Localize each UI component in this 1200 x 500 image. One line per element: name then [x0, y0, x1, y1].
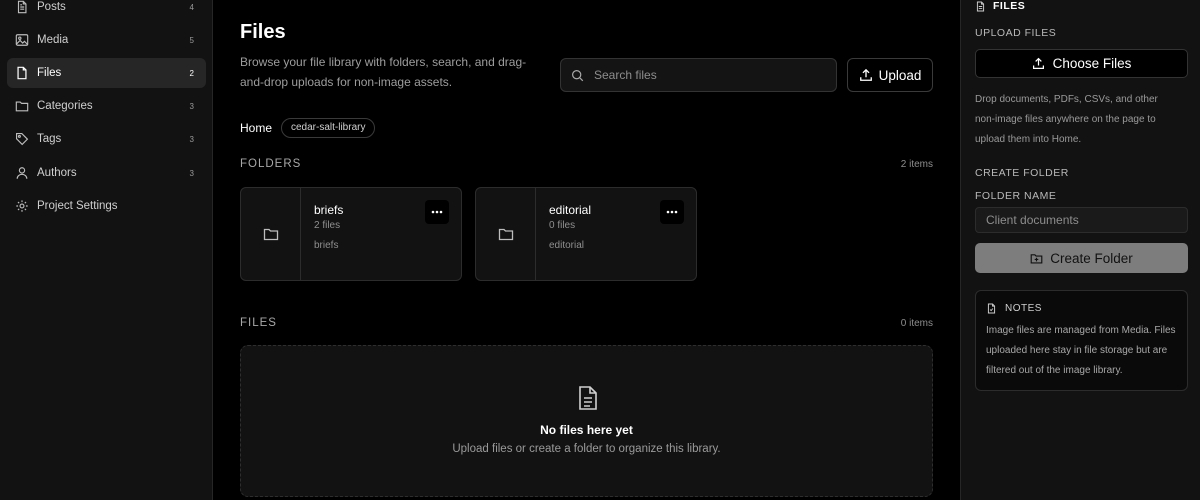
search-input[interactable]	[594, 68, 814, 82]
folder-name: briefs	[314, 203, 344, 217]
more-horizontal-icon	[666, 210, 678, 214]
create-folder-button-label: Create Folder	[1050, 250, 1133, 266]
upload-button-label: Upload	[878, 67, 922, 83]
sidebar-item-media[interactable]: Media 5	[7, 25, 206, 55]
breadcrumb-current[interactable]: cedar-salt-library	[281, 118, 376, 138]
files-section-title: FILES	[240, 317, 277, 329]
folder-icon	[498, 226, 514, 242]
image-icon	[15, 33, 29, 47]
folder-slug: editorial	[549, 240, 585, 251]
empty-state-subtitle: Upload files or create a folder to organ…	[452, 443, 721, 455]
sidebar: Posts 4 Media 5 Files 2 Categories 3 Tag…	[0, 0, 213, 500]
folder-name-input[interactable]	[975, 207, 1188, 233]
folder-thumbnail	[476, 188, 536, 280]
search-box[interactable]	[560, 58, 837, 92]
document-icon	[576, 385, 600, 411]
create-folder-label: CREATE FOLDER	[975, 167, 1069, 179]
sidebar-item-label: Authors	[37, 167, 77, 179]
folder-thumbnail	[241, 188, 301, 280]
sidebar-item-count: 2	[189, 68, 194, 78]
sidebar-item-files[interactable]: Files 2	[7, 58, 206, 88]
notes-text: Image files are managed from Media. File…	[986, 325, 1176, 376]
sidebar-item-authors[interactable]: Authors 3	[7, 158, 206, 188]
page-description: Browse your file library with folders, s…	[240, 55, 527, 89]
document-icon	[15, 0, 29, 14]
upload-button[interactable]: Upload	[847, 58, 933, 92]
folder-icon	[263, 226, 279, 242]
sidebar-item-count: 3	[189, 168, 194, 178]
upload-files-label: UPLOAD FILES	[975, 27, 1057, 39]
sidebar-item-tags[interactable]: Tags 3	[7, 124, 206, 154]
more-options-button[interactable]	[425, 200, 449, 224]
folders-count: 2 items	[900, 159, 933, 170]
create-folder-button[interactable]: Create Folder	[975, 243, 1188, 273]
folder-plus-icon	[1030, 252, 1043, 265]
panel-heading-label: FILES	[993, 0, 1026, 12]
file-icon	[15, 66, 29, 80]
upload-icon	[859, 68, 873, 82]
notes-card: NOTES Image files are managed from Media…	[975, 290, 1188, 391]
gear-icon	[15, 199, 29, 213]
tag-icon	[15, 132, 29, 146]
folder-file-count: 0 files	[549, 220, 576, 231]
sidebar-item-label: Posts	[37, 1, 66, 13]
page-title: Files	[240, 21, 286, 43]
panel-heading: FILES	[975, 0, 1025, 12]
sidebar-item-project-settings[interactable]: Project Settings	[7, 191, 206, 221]
sidebar-item-posts[interactable]: Posts 4	[7, 0, 206, 22]
user-icon	[15, 166, 29, 180]
document-icon	[975, 1, 986, 12]
more-options-button[interactable]	[660, 200, 684, 224]
files-count: 0 items	[900, 318, 933, 329]
folder-icon	[15, 99, 29, 113]
breadcrumb-home[interactable]: Home	[240, 121, 272, 135]
empty-state-title: No files here yet	[540, 423, 633, 437]
choose-files-label: Choose Files	[1052, 56, 1132, 71]
folder-file-count: 2 files	[314, 220, 341, 231]
more-horizontal-icon	[431, 210, 443, 214]
folders-section-title: FOLDERS	[240, 158, 302, 170]
upload-help-text: Drop documents, PDFs, CSVs, and other no…	[975, 94, 1158, 145]
notes-heading: NOTES	[986, 303, 1042, 314]
sidebar-item-count: 3	[189, 101, 194, 111]
sidebar-item-categories[interactable]: Categories 3	[7, 91, 206, 121]
sidebar-item-count: 4	[189, 2, 194, 12]
sidebar-item-count: 5	[189, 35, 194, 45]
sidebar-item-label: Tags	[37, 133, 62, 145]
folder-card-editorial[interactable]: editorial 0 files editorial	[475, 187, 697, 281]
right-panel: FILES UPLOAD FILES Choose Files Drop doc…	[960, 0, 1200, 500]
choose-files-button[interactable]: Choose Files	[975, 49, 1188, 78]
search-icon	[571, 69, 584, 82]
sidebar-item-label: Files	[37, 67, 62, 79]
sidebar-item-count: 3	[189, 134, 194, 144]
folder-name-label: FOLDER NAME	[975, 190, 1057, 202]
folder-card-briefs[interactable]: briefs 2 files briefs	[240, 187, 462, 281]
sidebar-item-label: Project Settings	[37, 200, 118, 212]
upload-icon	[1032, 57, 1045, 70]
info-file-icon	[986, 303, 997, 314]
sidebar-item-label: Media	[37, 34, 69, 46]
sidebar-item-label: Categories	[37, 100, 93, 112]
folder-name: editorial	[549, 203, 592, 217]
folder-slug: briefs	[314, 240, 339, 251]
notes-title: NOTES	[1005, 303, 1042, 314]
empty-files-dropzone[interactable]: No files here yet Upload files or create…	[240, 345, 933, 497]
